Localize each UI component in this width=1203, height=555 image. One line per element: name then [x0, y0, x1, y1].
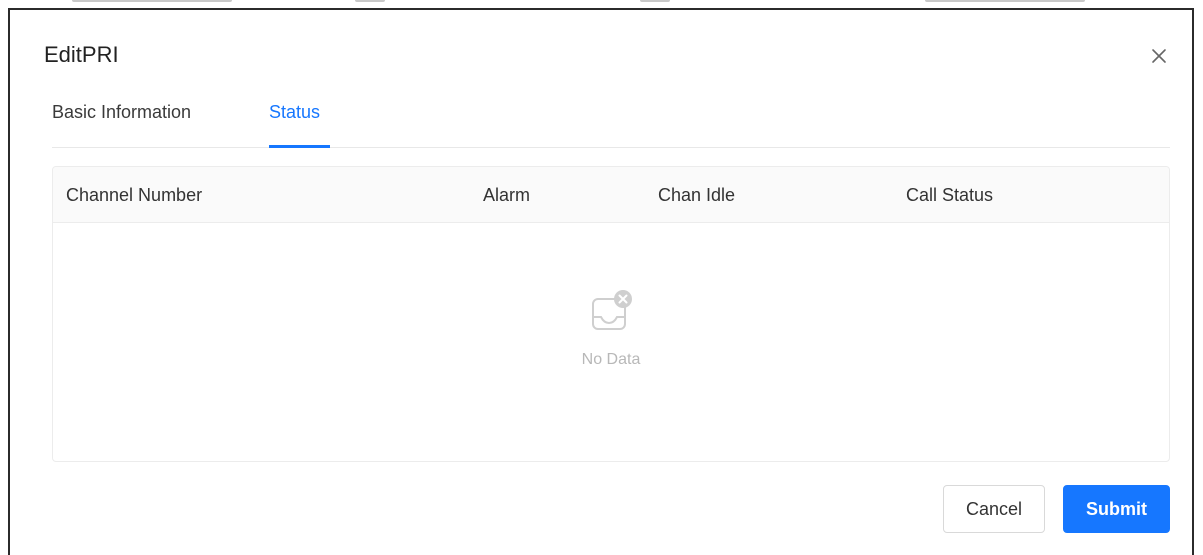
empty-state: No Data: [53, 287, 1169, 369]
column-header-channel-number: Channel Number: [66, 185, 203, 205]
background-text-fragment: [640, 0, 670, 2]
column-header-alarm: Alarm: [483, 185, 531, 205]
empty-state-text: No Data: [581, 351, 641, 368]
background-text-fragment: [72, 0, 232, 2]
active-tab-indicator: [269, 145, 330, 148]
no-data-icon: [592, 290, 632, 330]
close-icon: [1152, 49, 1166, 63]
tab-bar: Basic Information Status: [52, 96, 1170, 148]
status-table: Channel Number Alarm Chan Idle Call Stat…: [52, 166, 1170, 462]
table-header: Channel Number Alarm Chan Idle Call Stat…: [53, 167, 1169, 223]
column-header-call-status: Call Status: [906, 185, 994, 205]
dialog-title: EditPRI: [44, 42, 119, 67]
tab-basic-information[interactable]: Basic Information: [52, 102, 191, 123]
column-header-chan-idle: Chan Idle: [658, 185, 736, 205]
background-text-fragment: [925, 0, 1085, 2]
background-text-fragment: [355, 0, 385, 2]
close-button[interactable]: [1146, 43, 1172, 69]
submit-button[interactable]: Submit: [1063, 485, 1170, 533]
cancel-button[interactable]: Cancel: [943, 485, 1045, 533]
tab-status[interactable]: Status: [269, 102, 320, 123]
